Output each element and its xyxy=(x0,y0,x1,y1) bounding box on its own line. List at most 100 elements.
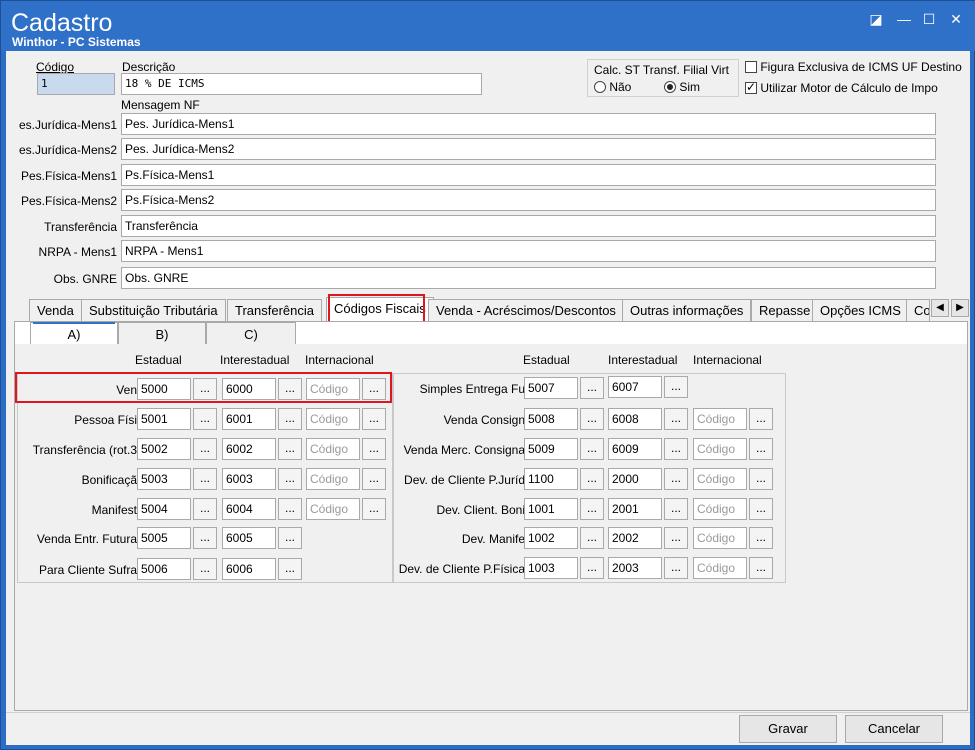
right-row-3-estadual-lookup[interactable]: ... xyxy=(580,438,604,460)
right-row-3-internacional[interactable]: Código xyxy=(693,438,747,460)
left-row-7-interestadual[interactable]: 6006 xyxy=(222,558,276,580)
right-row-7-estadual[interactable]: 1003 xyxy=(524,557,578,579)
descricao-input[interactable]: 18 % DE ICMS xyxy=(121,73,482,95)
right-row-5-internacional-lookup[interactable]: ... xyxy=(749,498,773,520)
radio-nao-icon[interactable] xyxy=(594,81,606,93)
right-row-7-interestadual-lookup[interactable]: ... xyxy=(664,557,688,579)
utilizar-check-icon[interactable] xyxy=(745,81,757,94)
tab-substituicao-tributaria[interactable]: Substituição Tributária xyxy=(81,299,226,321)
right-row-6-interestadual-lookup[interactable]: ... xyxy=(664,527,688,549)
figura-checkbox[interactable]: Figura Exclusiva de ICMS UF Destino xyxy=(745,60,970,74)
subtab-c[interactable]: C) xyxy=(206,322,296,344)
msg-input-1[interactable]: Pes. Jurídica-Mens1 xyxy=(121,113,936,135)
right-row-4-interestadual[interactable]: 2000 xyxy=(608,468,662,490)
left-row-4-internacional[interactable]: Código xyxy=(306,468,360,490)
right-row-1-interestadual-lookup[interactable]: ... xyxy=(664,376,688,398)
right-row-5-estadual[interactable]: 1001 xyxy=(524,498,578,520)
msg-input-3[interactable]: Ps.Física-Mens1 xyxy=(121,164,936,186)
left-row-2-estadual-lookup[interactable]: ... xyxy=(193,408,217,430)
subtab-b[interactable]: B) xyxy=(118,322,206,344)
left-row-5-internacional[interactable]: Código xyxy=(306,498,360,520)
left-row-7-estadual[interactable]: 5006 xyxy=(137,558,191,580)
right-row-5-internacional[interactable]: Código xyxy=(693,498,747,520)
right-row-2-interestadual[interactable]: 6008 xyxy=(608,408,662,430)
msg-input-5[interactable]: Transferência xyxy=(121,215,936,237)
gravar-button[interactable]: Gravar xyxy=(739,715,837,743)
right-row-2-internacional[interactable]: Código xyxy=(693,408,747,430)
tab-co[interactable]: Co xyxy=(906,299,930,321)
right-row-7-interestadual[interactable]: 2003 xyxy=(608,557,662,579)
right-row-4-estadual-lookup[interactable]: ... xyxy=(580,468,604,490)
left-row-4-estadual[interactable]: 5003 xyxy=(137,468,191,490)
left-row-5-estadual[interactable]: 5004 xyxy=(137,498,191,520)
right-row-7-estadual-lookup[interactable]: ... xyxy=(580,557,604,579)
left-row-5-internacional-lookup[interactable]: ... xyxy=(362,498,386,520)
left-row-6-interestadual-lookup[interactable]: ... xyxy=(278,527,302,549)
left-row-2-estadual[interactable]: 5001 xyxy=(137,408,191,430)
left-row-6-estadual[interactable]: 5005 xyxy=(137,527,191,549)
tab-transferencia[interactable]: Transferência xyxy=(227,299,322,321)
tab-scroll-right-icon[interactable]: ▶ xyxy=(951,299,969,317)
right-row-3-internacional-lookup[interactable]: ... xyxy=(749,438,773,460)
left-row-4-interestadual[interactable]: 6003 xyxy=(222,468,276,490)
left-row-4-interestadual-lookup[interactable]: ... xyxy=(278,468,302,490)
right-row-1-estadual-lookup[interactable]: ... xyxy=(580,377,604,399)
subtab-a[interactable]: A) xyxy=(30,322,118,344)
left-row-4-estadual-lookup[interactable]: ... xyxy=(193,468,217,490)
right-row-1-estadual[interactable]: 5007 xyxy=(524,377,578,399)
right-row-6-internacional[interactable]: Código xyxy=(693,527,747,549)
right-row-4-internacional[interactable]: Código xyxy=(693,468,747,490)
left-row-5-estadual-lookup[interactable]: ... xyxy=(193,498,217,520)
left-row-7-interestadual-lookup[interactable]: ... xyxy=(278,558,302,580)
right-row-7-internacional-lookup[interactable]: ... xyxy=(749,557,773,579)
maximize-button[interactable]: ☐ xyxy=(920,11,938,27)
radio-sim-icon[interactable] xyxy=(664,81,676,93)
radio-nao[interactable]: Não xyxy=(594,80,631,94)
figura-check-icon[interactable] xyxy=(745,61,757,73)
right-row-3-estadual[interactable]: 5009 xyxy=(524,438,578,460)
right-row-5-interestadual-lookup[interactable]: ... xyxy=(664,498,688,520)
utilizar-checkbox[interactable]: Utilizar Motor de Cálculo de Impo xyxy=(745,81,946,95)
codigo-input[interactable]: 1 xyxy=(37,73,115,95)
right-row-2-interestadual-lookup[interactable]: ... xyxy=(664,408,688,430)
right-row-3-interestadual[interactable]: 6009 xyxy=(608,438,662,460)
right-row-5-estadual-lookup[interactable]: ... xyxy=(580,498,604,520)
right-row-1-interestadual[interactable]: 6007 xyxy=(608,376,662,398)
right-row-6-estadual-lookup[interactable]: ... xyxy=(580,527,604,549)
cancelar-button[interactable]: Cancelar xyxy=(845,715,943,743)
msg-input-4[interactable]: Ps.Física-Mens2 xyxy=(121,189,936,211)
tab-opcoes-icms[interactable]: Opções ICMS xyxy=(812,299,909,321)
minimize-button[interactable]: — xyxy=(895,11,913,27)
left-row-5-interestadual[interactable]: 6004 xyxy=(222,498,276,520)
left-row-6-estadual-lookup[interactable]: ... xyxy=(193,527,217,549)
right-row-7-internacional[interactable]: Código xyxy=(693,557,747,579)
restore-icon[interactable]: ◪ xyxy=(867,11,885,27)
left-row-3-internacional[interactable]: Código xyxy=(306,438,360,460)
right-row-6-interestadual[interactable]: 2002 xyxy=(608,527,662,549)
left-row-5-interestadual-lookup[interactable]: ... xyxy=(278,498,302,520)
radio-sim[interactable]: Sim xyxy=(664,80,700,94)
left-row-2-internacional-lookup[interactable]: ... xyxy=(362,408,386,430)
right-row-4-interestadual-lookup[interactable]: ... xyxy=(664,468,688,490)
right-row-3-interestadual-lookup[interactable]: ... xyxy=(664,438,688,460)
tab-outras-informacoes[interactable]: Outras informações xyxy=(622,299,752,321)
right-row-2-internacional-lookup[interactable]: ... xyxy=(749,408,773,430)
left-row-2-internacional[interactable]: Código xyxy=(306,408,360,430)
left-row-3-interestadual-lookup[interactable]: ... xyxy=(278,438,302,460)
right-row-2-estadual[interactable]: 5008 xyxy=(524,408,578,430)
right-row-6-internacional-lookup[interactable]: ... xyxy=(749,527,773,549)
right-row-6-estadual[interactable]: 1002 xyxy=(524,527,578,549)
tab-venda-acrescimos-descontos[interactable]: Venda - Acréscimos/Descontos xyxy=(428,299,624,321)
left-row-3-internacional-lookup[interactable]: ... xyxy=(362,438,386,460)
close-button[interactable]: ✕ xyxy=(947,11,965,27)
tab-venda[interactable]: Venda xyxy=(29,299,82,321)
msg-input-7[interactable]: Obs. GNRE xyxy=(121,267,936,289)
tab-scroll-left-icon[interactable]: ◀ xyxy=(931,299,949,317)
left-row-7-estadual-lookup[interactable]: ... xyxy=(193,558,217,580)
right-row-4-internacional-lookup[interactable]: ... xyxy=(749,468,773,490)
left-row-3-estadual-lookup[interactable]: ... xyxy=(193,438,217,460)
msg-input-2[interactable]: Pes. Jurídica-Mens2 xyxy=(121,138,936,160)
left-row-4-internacional-lookup[interactable]: ... xyxy=(362,468,386,490)
right-row-4-estadual[interactable]: 1100 xyxy=(524,468,578,490)
right-row-2-estadual-lookup[interactable]: ... xyxy=(580,408,604,430)
